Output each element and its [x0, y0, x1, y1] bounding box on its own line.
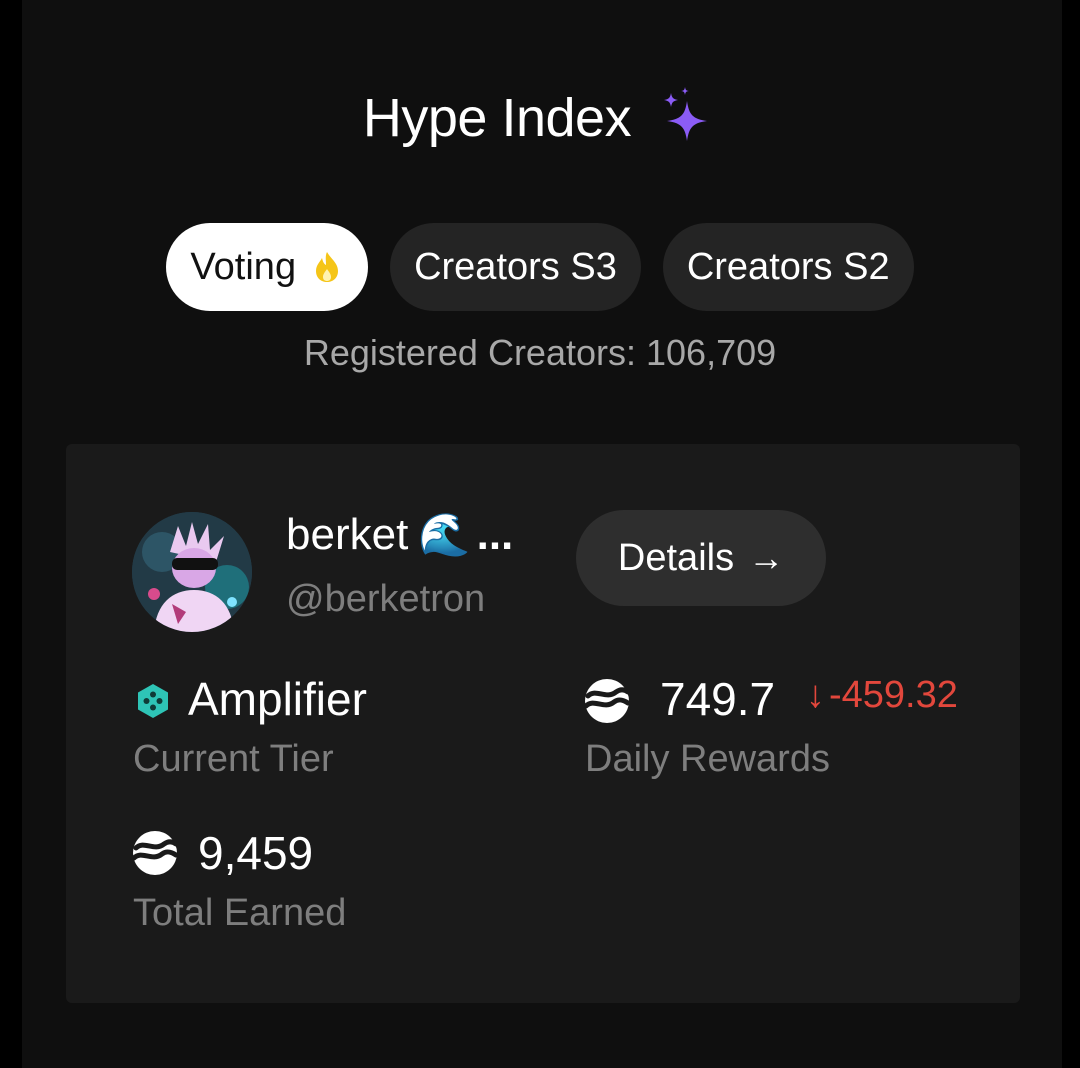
- tab-creators-s2-label: Creators S2: [686, 245, 890, 288]
- tab-creators-s3[interactable]: Creators S3: [390, 223, 641, 311]
- arrow-down-icon: ↓: [806, 674, 825, 716]
- user-handle: @berketron: [286, 578, 486, 620]
- tab-voting[interactable]: Voting: [166, 223, 369, 311]
- tab-bar: Voting Creators S3 Creators S2: [0, 223, 1080, 311]
- daily-rewards-change: ↓ -459.32: [806, 674, 958, 717]
- registered-label: Registered Creators:: [303, 332, 636, 373]
- tab-voting-label: Voting: [190, 245, 297, 288]
- flame-icon: [316, 252, 339, 282]
- avatar-image: [132, 512, 252, 632]
- daily-rewards-value: 749.7: [660, 673, 776, 725]
- total-earned-value: 9,459: [198, 827, 314, 879]
- coin-icon: [584, 679, 630, 723]
- registered-creators: Registered Creators: 106,709: [0, 332, 1080, 374]
- daily-rewards-label: Daily Rewards: [585, 738, 830, 780]
- tab-creators-s2[interactable]: Creators S2: [662, 223, 914, 311]
- avatar[interactable]: [132, 512, 252, 632]
- display-name: berket: [286, 510, 409, 559]
- coin-icon: [132, 831, 178, 875]
- wave-emoji: 🌊: [418, 510, 471, 558]
- details-button[interactable]: Details →: [576, 510, 826, 606]
- arrow-right-icon: →: [748, 537, 785, 578]
- tier-label: Current Tier: [133, 738, 334, 780]
- sparkles-icon: [664, 87, 708, 141]
- total-earned-label: Total Earned: [133, 892, 347, 934]
- creator-card: berket 🌊 ... @berketron Details → Amplif…: [66, 444, 1020, 1003]
- amplifier-tier-icon: [138, 684, 168, 718]
- details-button-label: Details: [617, 536, 735, 579]
- truncation-ellipsis: ...: [476, 510, 514, 559]
- tier-value: Amplifier: [188, 673, 367, 725]
- header: Hype Index: [0, 78, 1080, 158]
- tab-creators-s3-label: Creators S3: [414, 245, 617, 288]
- display-name-row: berket 🌊 ...: [286, 510, 513, 560]
- registered-count: 106,709: [646, 332, 777, 373]
- daily-change-value: -459.32: [829, 674, 958, 716]
- page-title: Hype Index: [362, 88, 632, 148]
